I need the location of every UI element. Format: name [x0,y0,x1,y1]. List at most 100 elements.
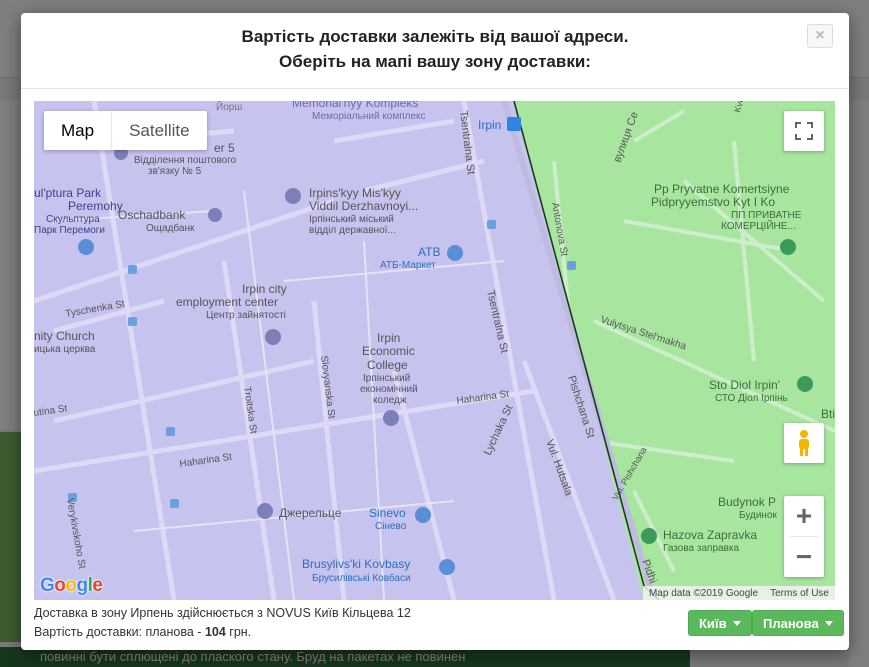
map-label: АТБ-Маркет [380,260,436,271]
shop-cart-icon [447,245,463,261]
map-label: Центр зайнятості [206,310,286,321]
map-label: Sto Diol Irpin' [709,378,780,392]
map-label: Oschadbank [118,208,186,222]
map-label: Джерельце [279,506,342,520]
zoom-control: + − [784,496,824,577]
map-label: СТО Діол Ірпінь [715,393,788,404]
map-label: Відділення поштового [134,155,237,166]
gas-station-icon [641,528,657,544]
map-label: Брусилівські Ковбаси [312,572,411,584]
google-logo-letter: g [76,575,89,596]
terms-of-use-link[interactable]: Terms of Use [770,588,829,599]
map-canvas[interactable]: Memorial'nyy Kompleks Меморіальний компл… [34,101,835,600]
google-logo-letter: o [54,575,66,596]
google-logo[interactable]: Google [40,575,103,597]
map-label: Hazova Zapravka [663,528,757,542]
map-label: КОМЕРЦІЙНЕ... [721,219,796,232]
map-label: Газова заправка [663,543,739,554]
close-button[interactable]: × [807,24,833,48]
map-label: Viddil Derzhavnoyi... [309,199,418,213]
bank-icon [208,208,222,222]
map-label: Irpins'kyy Mis'kyy [309,186,401,200]
map-label: College [367,358,408,372]
map-label: економічний [360,384,418,395]
map-label: er 5 [214,141,235,155]
bus-stop-icon [487,220,496,229]
map-label: ATB [418,245,440,259]
map-label: Irpin [478,118,501,132]
map-type-control: Map Satellite [44,111,207,150]
map-label: Скульптура [46,214,100,225]
pegman-icon [799,430,809,456]
caret-down-icon [732,620,741,626]
map-label: Bti [821,407,835,421]
map-label: Economic [362,344,415,358]
modal-title-line-1: Вартість доставки залежіть від вашої адр… [241,27,629,46]
google-logo-letter: o [65,575,77,596]
fullscreen-icon [795,122,813,140]
delivery-cost-text: Вартість доставки: планова - 104 грн. [34,623,411,642]
map-label: employment center [176,295,278,309]
zoom-out-button[interactable]: − [784,537,824,577]
delivery-cost-value: 104 [204,625,226,639]
map-data-attribution: Map data ©2019 Google [648,587,759,599]
park-pin-icon [78,239,94,255]
map-label: Pidpryyemstvo Kyt I Ko [651,195,775,209]
map-type-satellite-button[interactable]: Satellite [112,111,207,150]
bus-stop-icon [128,317,137,326]
map-label: Парк Перемоги [34,225,105,236]
map-label: Сінево [375,521,407,532]
delivery-cost-prefix: Вартість доставки: планова - [34,625,205,639]
google-logo-letter: e [92,575,103,596]
map-label: nity Church [34,329,95,343]
city-dropdown-label: Київ [699,615,727,631]
map-label: Memorial'nyy Kompleks [292,101,418,110]
map-label: Sinevo [369,506,406,520]
map-label: Меморіальний комплекс [312,111,426,122]
map-label: коледж [373,395,407,406]
modal-title-line-2: Оберіть на мапі вашу зону доставки: [279,52,591,71]
school-icon [383,410,399,426]
delivery-type-label: Планова [763,615,819,631]
map-label: Ощадбанк [146,222,195,234]
map-label: ПП ПРИВАТНЕ [731,210,802,221]
delivery-cost-suffix: грн. [225,625,252,639]
kindergarten-icon [257,503,273,519]
shop-icon [439,559,455,575]
map-label: відділ державної... [309,225,396,236]
delivery-type-dropdown-button[interactable]: Планова [752,610,844,636]
caret-down-icon [824,620,833,626]
map-label: Peremohy [68,199,123,213]
map-label: Ірпінський міський [309,214,394,225]
modal-header: Вартість доставки залежіть від вашої адр… [21,13,849,89]
bus-stop-icon [166,427,175,436]
bus-stop-icon [170,499,179,508]
google-logo-letter: G [40,575,55,596]
map-label: Irpin city [242,282,287,296]
map-attribution: Map data ©2019 Google Terms of Use [642,586,835,600]
lab-pin-icon [415,507,431,523]
map-label: ul'ptura Park [34,186,102,200]
delivery-source-text: Доставка в зону Ирпень здійснюється з NO… [34,606,411,620]
map-label: ицька церква [34,344,96,355]
map-label: Budynok P [718,495,776,509]
map-label: Brusylivs'ki Kovbasy [302,557,410,571]
company-pin-icon [780,239,796,255]
bus-stop-icon [128,265,137,274]
delivery-map[interactable]: Memorial'nyy Kompleks Меморіальний компл… [34,101,835,600]
zoom-in-button[interactable]: + [784,496,824,536]
map-label: Ірпінський [363,373,410,384]
fullscreen-button[interactable] [784,111,824,151]
map-label: Pp Pryvatne Komertsiyne [654,182,790,196]
map-label: зв'язку № 5 [148,166,202,177]
bus-stop-icon [567,261,576,270]
map-label: Irpin [377,331,400,345]
train-station-icon [507,117,521,131]
street-view-pegman-button[interactable] [784,423,824,463]
map-label: Йорш [216,101,242,113]
map-label: Будинок [739,510,778,521]
map-type-map-button[interactable]: Map [44,111,113,150]
city-dropdown-button[interactable]: Київ [688,610,752,636]
delivery-info: Доставка в зону Ирпень здійснюється з NO… [34,604,411,642]
government-icon [285,188,301,204]
